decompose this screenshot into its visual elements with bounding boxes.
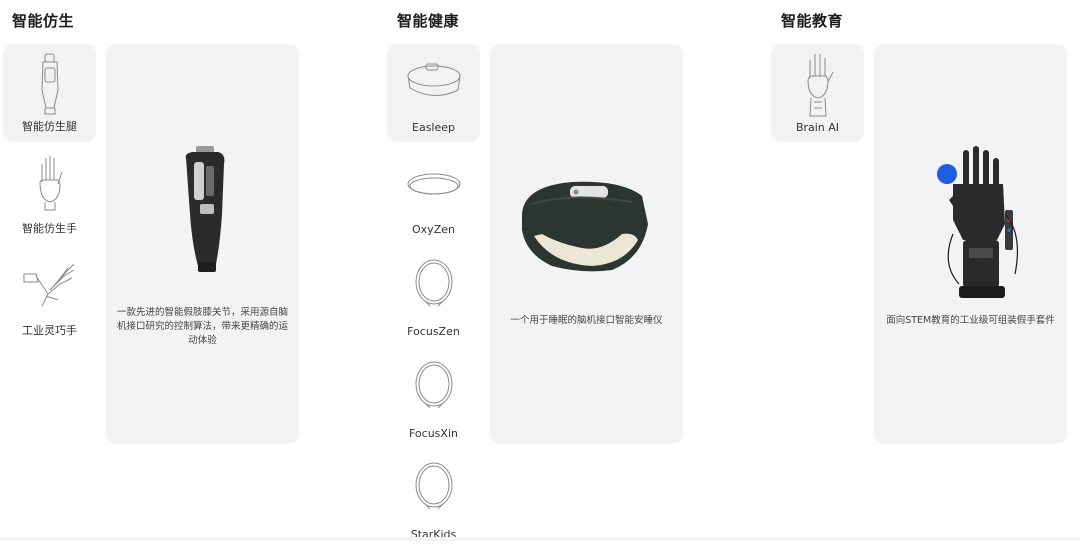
product-label: FocusZen	[407, 325, 460, 338]
product-description: 一款先进的智能假肢膝关节，采用源自脑机接口研究的控制算法，带来更精确的运动体验	[116, 307, 288, 346]
product-label: Brain AI	[795, 121, 840, 134]
product-tab-focusxin[interactable]: FocusXin	[387, 350, 480, 448]
product-label: 工业灵巧手	[22, 324, 77, 337]
neck-ring-icon	[415, 259, 452, 307]
sleep-headband-icon	[407, 63, 460, 96]
headband-icon	[407, 173, 460, 195]
section-title-bionics: 智能仿生	[12, 12, 75, 30]
product-detail-panel-bionics: 一款先进的智能假肢膝关节，采用源自脑机接口研究的控制算法，带来更精确的运动体验	[106, 44, 299, 444]
product-detail-panel-education: 面向STEM教育的工业级可组装假手套件	[874, 44, 1067, 444]
product-detail-panel-health: 一个用于睡眠的脑机接口智能安睡仪	[490, 44, 683, 444]
section-title-education: 智能教育	[781, 12, 844, 30]
product-label: Easleep	[412, 121, 455, 134]
prosthetic-hand-icon	[38, 156, 62, 211]
neck-ring-icon	[415, 361, 452, 409]
dexterous-hand-icon	[23, 263, 74, 307]
robotic-hand-kit-image	[937, 146, 1019, 298]
prosthetic-knee-image	[185, 146, 225, 272]
robotic-hand-icon	[806, 54, 833, 117]
product-tab-dexterous-hand[interactable]: 工业灵巧手	[3, 248, 96, 346]
product-tab-prosthetic-leg[interactable]: 智能仿生腿	[3, 44, 96, 142]
product-tab-prosthetic-hand[interactable]: 智能仿生手	[3, 146, 96, 244]
product-tab-oxyzen[interactable]: OxyZen	[387, 146, 480, 244]
product-description: 一个用于睡眠的脑机接口智能安睡仪	[510, 315, 663, 326]
product-tab-focuszen[interactable]: FocusZen	[387, 248, 480, 346]
product-tab-easleep[interactable]: Easleep	[387, 44, 480, 142]
neck-ring-icon	[415, 462, 452, 510]
product-tab-brain-ai[interactable]: Brain AI	[771, 44, 864, 142]
page-bottom-divider	[0, 537, 1080, 541]
prosthetic-leg-icon	[40, 53, 59, 115]
product-label: OxyZen	[412, 223, 455, 236]
product-label: FocusXin	[409, 427, 458, 440]
product-label: 智能仿生腿	[22, 120, 77, 133]
product-description: 面向STEM教育的工业级可组装假手套件	[886, 315, 1055, 326]
product-label: 智能仿生手	[22, 222, 77, 235]
sleep-headband-image	[522, 181, 648, 272]
section-title-health: 智能健康	[397, 12, 460, 30]
product-tab-starkids[interactable]: StarKids	[387, 451, 480, 549]
